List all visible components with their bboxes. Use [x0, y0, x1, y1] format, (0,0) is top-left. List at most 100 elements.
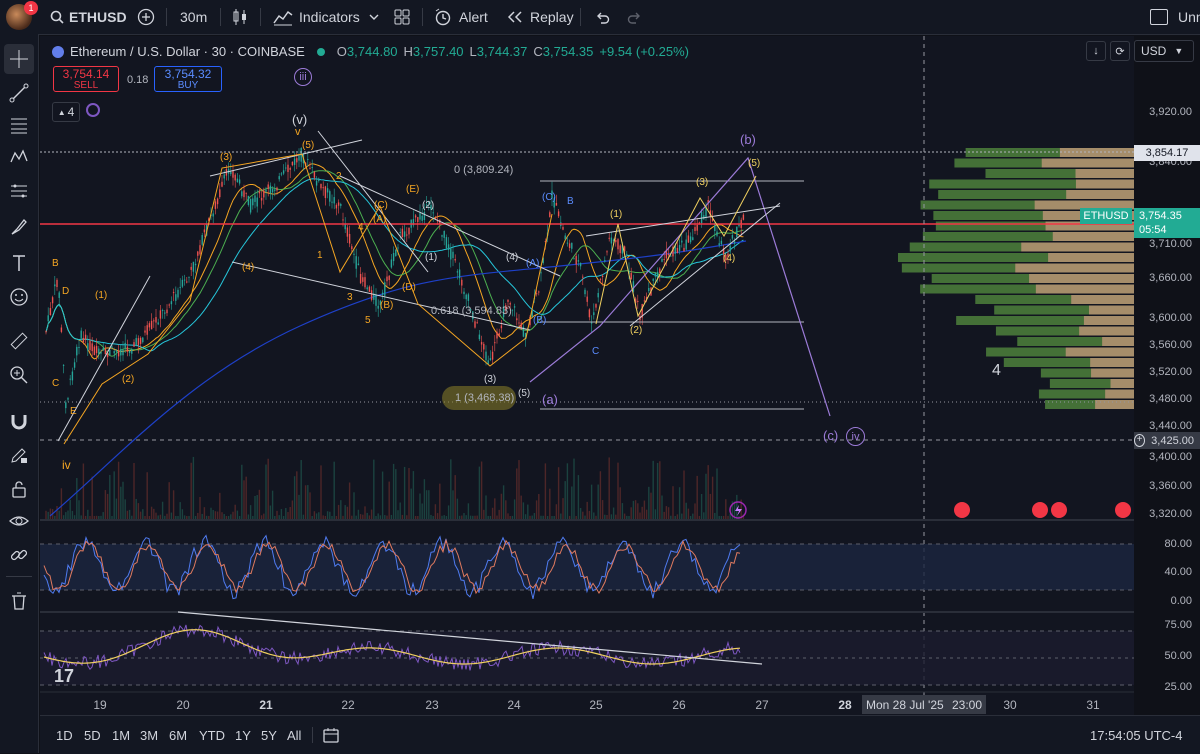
buy-label: BUY — [177, 80, 199, 91]
goto-date-button[interactable] — [322, 716, 340, 754]
sell-button[interactable]: 3,754.14 SELL — [53, 66, 119, 92]
indicators-button[interactable]: Indicators — [273, 0, 360, 34]
candle-body — [595, 304, 597, 308]
chart-canvas[interactable]: (3)(5)24135(1)(2)(4)(C)(E)(2)(A)(B)(D)(1… — [40, 36, 1170, 715]
candle-body — [183, 279, 186, 281]
fib-label-0618[interactable]: 0.618 (3,594.83) — [431, 305, 512, 317]
notification-badge[interactable]: 1 — [24, 1, 38, 15]
zoom-tool[interactable] — [4, 360, 34, 390]
lock-tool[interactable] — [4, 474, 34, 504]
download-button[interactable]: ↓ — [1086, 41, 1106, 61]
fib-label-1[interactable]: 1 (3,468.38) — [455, 392, 514, 404]
layout-name-button[interactable]: Unn — [1150, 0, 1200, 34]
redo-button[interactable] — [627, 0, 643, 34]
range-5d[interactable]: 5D — [84, 716, 101, 754]
patterns-tool[interactable] — [4, 142, 34, 172]
indicators-dropdown[interactable] — [368, 0, 380, 34]
volume-bar — [659, 461, 661, 520]
open-label: O — [336, 44, 347, 59]
chart-type-button[interactable] — [232, 0, 248, 34]
volume-bar — [617, 462, 619, 520]
symbol-search-button[interactable]: ETHUSD — [50, 0, 127, 34]
elliott-wave-drawings[interactable]: (3)(5)24135(1)(2)(4)(C)(E)(2)(A)(B)(D)(1… — [52, 130, 831, 445]
emoji-tool[interactable] — [4, 282, 34, 312]
volume-bar — [478, 466, 481, 520]
range-1m[interactable]: 1M — [112, 716, 130, 754]
hide-drawings-tool[interactable] — [4, 506, 34, 536]
wave-label-iv-left[interactable]: iv — [62, 458, 71, 472]
volume-bar — [454, 475, 456, 520]
compare-symbol-button[interactable] — [137, 0, 155, 34]
economic-events[interactable] — [729, 501, 1131, 519]
indicators-collapse-button[interactable]: ▲ 4 — [52, 102, 80, 122]
crosshair-tool[interactable] — [4, 44, 34, 74]
range-1y[interactable]: 1Y — [235, 716, 251, 754]
volume-bar — [582, 511, 584, 520]
wave-label-v[interactable]: v — [295, 126, 301, 138]
range-1d[interactable]: 1D — [56, 716, 73, 754]
price-axis[interactable]: USD ▼ 3,920.00 3,840.00 3,854.17 3,710.0… — [1134, 36, 1200, 715]
candle-body — [659, 268, 661, 274]
volume-bar — [313, 511, 316, 520]
volume-bar — [346, 506, 349, 520]
clock-timezone[interactable]: 17:54:05 UTC-4 — [1090, 716, 1183, 754]
volume-bar — [645, 509, 648, 520]
candle-body — [689, 236, 692, 243]
replay-button[interactable]: Replay — [506, 0, 574, 34]
refresh-icon[interactable] — [86, 103, 100, 117]
tradingview-logo: 17 — [54, 666, 74, 686]
volume-bar — [300, 460, 302, 520]
currency-selector[interactable]: USD ▼ — [1134, 40, 1194, 62]
level-price-tag[interactable]: 3,854.17 — [1134, 145, 1200, 161]
volume-bar — [703, 512, 705, 520]
volume-bar — [392, 463, 395, 520]
range-ytd[interactable]: YTD — [199, 716, 225, 754]
link-tool[interactable] — [4, 540, 34, 570]
candle-body — [329, 191, 331, 202]
volume-bar — [650, 492, 652, 520]
volume-bar — [518, 460, 520, 520]
delete-drawings-tool[interactable] — [4, 586, 34, 616]
wave-label-a[interactable]: (a) — [542, 392, 558, 407]
symbol-title[interactable]: Ethereum / U.S. Dollar · 30 · COINBASE — [70, 44, 305, 59]
candle-body — [456, 271, 459, 273]
wave-label-iii[interactable]: iii — [294, 68, 312, 86]
magnet-tool[interactable] — [4, 406, 34, 436]
lock-icon — [12, 481, 26, 498]
lock-drawings-tool[interactable] — [4, 440, 34, 470]
trendline-tool[interactable] — [4, 78, 34, 108]
range-6m[interactable]: 6M — [169, 716, 187, 754]
sell-price: 3,754.14 — [62, 67, 110, 81]
wave-label-v-top[interactable]: (v) — [292, 112, 307, 127]
candle-body — [375, 294, 377, 306]
alert-button[interactable]: Alert — [434, 0, 488, 34]
wave-label-iv-circle[interactable]: iv — [846, 427, 865, 446]
interval-button[interactable]: 30m — [180, 0, 207, 34]
channel-line — [629, 202, 781, 327]
fib-tool[interactable] — [4, 110, 34, 140]
range-5y[interactable]: 5Y — [261, 716, 277, 754]
chart-pane[interactable]: (3) (5) 2 4 1 3 5 (1) (2) (4) (C) (E) (2) (A) (B) (D) (1… — [40, 36, 1170, 715]
brush-tool[interactable] — [4, 212, 34, 242]
volume-bar — [491, 507, 494, 520]
candle-body — [265, 189, 267, 192]
buy-button[interactable]: 3,754.32 BUY — [154, 66, 222, 92]
text-tool[interactable] — [4, 248, 34, 278]
measure-tool[interactable] — [4, 326, 34, 356]
wave-label-b[interactable]: (b) — [740, 132, 756, 147]
candle-body — [62, 364, 65, 366]
forecasting-tool[interactable] — [4, 176, 34, 206]
undo-button[interactable] — [594, 0, 610, 34]
fib-label-0[interactable]: 0 (3,809.24) — [454, 164, 513, 176]
layouts-button[interactable] — [394, 0, 410, 34]
sync-button[interactable]: ⟳ — [1110, 41, 1130, 61]
candle-body — [291, 161, 294, 166]
wave-label-c[interactable]: (c) — [823, 428, 838, 443]
volume-bar — [608, 457, 610, 520]
wave-label-4[interactable]: 4 — [992, 362, 1001, 380]
add-plus-icon[interactable]: + — [1134, 434, 1146, 447]
market-status-icon[interactable] — [316, 47, 325, 56]
range-3m[interactable]: 3M — [140, 716, 158, 754]
range-all[interactable]: All — [287, 716, 301, 754]
candle-body — [344, 224, 346, 230]
